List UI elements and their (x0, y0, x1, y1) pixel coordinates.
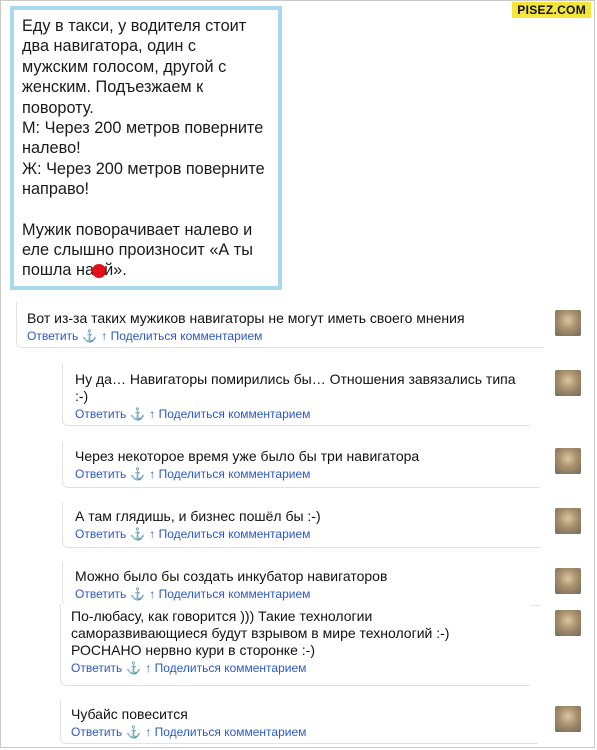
comment-text: Можно было бы создать инкубатор навигато… (75, 568, 388, 584)
post-line: Еду в такси, у водителя стоит (22, 17, 247, 35)
post-line: Ж: Через 200 метров поверните (22, 159, 265, 178)
anchor-icon[interactable]: ⚓ (126, 661, 141, 675)
share-comment-link[interactable]: Поделиться комментарием (159, 407, 311, 421)
share-comment-link[interactable]: Поделиться комментарием (159, 527, 311, 541)
share-comment-link[interactable]: Поделиться комментарием (155, 725, 307, 739)
up-arrow-icon[interactable]: ↑ (101, 329, 107, 343)
post-line: направо! (22, 180, 90, 199)
anchor-icon[interactable]: ⚓ (126, 725, 141, 739)
avatar[interactable] (555, 568, 581, 594)
comment: Через некоторое время уже было бы три на… (62, 442, 540, 488)
up-arrow-icon[interactable]: ↑ (149, 407, 155, 421)
comment-text: Чубайс повесится (71, 706, 188, 722)
share-comment-link[interactable]: Поделиться комментарием (159, 587, 311, 601)
anchor-icon[interactable]: ⚓ (130, 587, 145, 601)
reply-link[interactable]: Ответить (75, 527, 126, 541)
reply-link[interactable]: Ответить (75, 587, 126, 601)
comment-text: По-любасу, как говорится ))) Такие техно… (71, 608, 450, 658)
reply-link[interactable]: Ответить (75, 467, 126, 481)
joke-post: Еду в такси, у водителя стоит два навига… (10, 6, 282, 290)
avatar[interactable] (555, 448, 581, 474)
comment-actions: Ответить ⚓ ↑ Поделиться комментарием (71, 661, 530, 675)
watermark-logo: PISEZ.COM (512, 2, 591, 18)
share-comment-link[interactable]: Поделиться комментарием (155, 661, 307, 675)
comment-actions: Ответить ⚓ ↑ Поделиться комментарием (75, 587, 540, 601)
post-line: два навигатора, один с (22, 37, 197, 56)
comment: По-любасу, как говорится ))) Такие техно… (60, 604, 530, 686)
post-line: женским. Подъезжаем к (22, 78, 204, 97)
comment: Ну да… Навигаторы помирились бы… Отношен… (62, 364, 530, 426)
avatar[interactable] (555, 508, 581, 534)
anchor-icon[interactable]: ⚓ (82, 329, 97, 343)
share-comment-link[interactable]: Поделиться комментарием (159, 467, 311, 481)
anchor-icon[interactable]: ⚓ (130, 527, 145, 541)
comment-actions: Ответить ⚓ ↑ Поделиться комментарием (75, 467, 540, 481)
comment-actions: Ответить ⚓ ↑ Поделиться комментарием (75, 407, 530, 421)
up-arrow-icon[interactable]: ↑ (149, 587, 155, 601)
avatar[interactable] (555, 310, 581, 336)
post-line: М: Через 200 метров поверните (22, 119, 264, 138)
avatar[interactable] (555, 610, 581, 636)
post-line-before-censor: пошла на (22, 261, 95, 280)
reply-link[interactable]: Ответить (71, 725, 122, 739)
up-arrow-icon[interactable]: ↑ (149, 467, 155, 481)
up-arrow-icon[interactable]: ↑ (145, 725, 151, 739)
comment: Чубайс повесится Ответить ⚓ ↑ Поделиться к… (60, 700, 538, 744)
comment-text: Через некоторое время уже было бы три на… (75, 448, 420, 464)
reply-link[interactable]: Ответить (71, 661, 122, 675)
post-line: повороту. (22, 98, 94, 117)
post-line: налево! (22, 139, 81, 158)
comment-actions: Ответить ⚓ ↑ Поделиться комментарием (27, 329, 544, 343)
anchor-icon[interactable]: ⚓ (130, 407, 145, 421)
comment-actions: Ответить ⚓ ↑ Поделиться комментарием (75, 527, 540, 541)
avatar[interactable] (555, 706, 581, 732)
comment-text: Вот из-за таких мужиков навигаторы не мо… (27, 310, 465, 326)
post-line: Мужик поворачивает налево и (22, 220, 253, 239)
up-arrow-icon[interactable]: ↑ (145, 661, 151, 675)
comment: Можно было бы создать инкубатор навигато… (62, 562, 540, 606)
comment: Вот из-за таких мужиков навигаторы не мо… (16, 302, 544, 348)
comment-text: Ну да… Навигаторы помирились бы… Отношен… (75, 371, 516, 404)
post-line: мужским голосом, другой с (22, 57, 227, 76)
up-arrow-icon[interactable]: ↑ (149, 527, 155, 541)
post-last-line: пошла на й». (22, 260, 270, 280)
comment-text: А там глядишь, и бизнес пошёл бы :-) (75, 508, 321, 524)
reply-link[interactable]: Ответить (75, 407, 126, 421)
anchor-icon[interactable]: ⚓ (130, 467, 145, 481)
share-comment-link[interactable]: Поделиться комментарием (111, 329, 263, 343)
comment: А там глядишь, и бизнес пошёл бы :-) Отв… (62, 502, 540, 548)
avatar[interactable] (555, 370, 581, 396)
post-line: еле слышно произносит «А ты (22, 241, 253, 260)
reply-link[interactable]: Ответить (27, 329, 78, 343)
comment-actions: Ответить ⚓ ↑ Поделиться комментарием (71, 725, 538, 739)
post-line-after-censor: й». (104, 261, 127, 280)
